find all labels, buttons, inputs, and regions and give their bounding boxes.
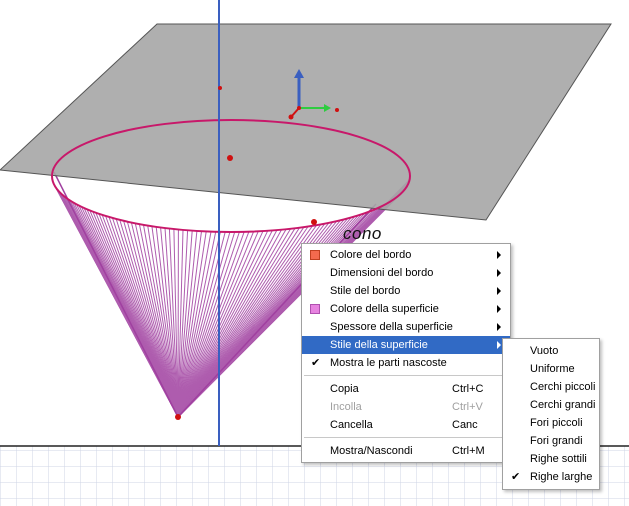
submenu-item-label: Cerchi grandi [530,399,596,411]
menu-item-surface-color[interactable]: Colore della superficie [302,300,510,318]
shortcut-label: Ctrl+M [452,445,485,457]
menu-item-label: Colore del bordo [330,249,412,261]
menu-separator [304,375,508,376]
menu-item-label: Mostra le parti nascoste [330,357,447,369]
submenu-arrow-icon [497,341,501,349]
submenu-item-thin-lines[interactable]: Righe sottili [503,450,599,468]
menu-item-label: Mostra/Nascondi [330,445,413,457]
cone-hatch-line [143,224,179,418]
menu-item-label: Copia [330,383,359,395]
menu-item-label: Spessore della superficie [330,321,453,333]
menu-item-label: Colore della superficie [330,303,439,315]
submenu-item-small-holes[interactable]: Fori piccoli [503,414,599,432]
submenu-item-large-holes[interactable]: Fori grandi [503,432,599,450]
apex-point[interactable] [175,414,181,420]
plane-surface[interactable] [0,23,612,221]
center-point[interactable] [227,155,233,161]
menu-item-label: Dimensioni del bordo [330,267,434,279]
menu-item-border-style[interactable]: Stile del bordo [302,282,510,300]
submenu-item-label: Cerchi piccoli [530,381,596,393]
axis-top-point[interactable] [218,86,222,90]
menu-item-label: Cancella [330,419,373,431]
submenu-item-wide-lines[interactable]: ✔ Righe larghe [503,468,599,486]
menu-item-label: Stile della superficie [330,339,428,351]
submenu-item-label: Righe larghe [530,471,593,483]
ellipse-point[interactable] [311,219,317,225]
shortcut-label: Ctrl+C [452,383,484,395]
submenu-item-label: Fori grandi [530,435,583,447]
submenu-item-empty[interactable]: Vuoto [503,342,599,360]
menu-item-copy[interactable]: Copia Ctrl+C [302,380,510,398]
submenu-item-small-circles[interactable]: Cerchi piccoli [503,378,599,396]
checkmark-icon: ✔ [511,471,521,483]
menu-item-paste[interactable]: Incolla Ctrl+V [302,398,510,416]
menu-item-border-size[interactable]: Dimensioni del bordo [302,264,510,282]
submenu-item-large-circles[interactable]: Cerchi grandi [503,396,599,414]
shortcut-label: Canc [452,419,478,431]
menu-item-delete[interactable]: Cancella Canc [302,416,510,434]
submenu-item-uniform[interactable]: Uniforme [503,360,599,378]
menu-item-label: Stile del bordo [330,285,401,297]
submenu-item-label: Fori piccoli [530,417,583,429]
border-color-swatch [310,250,320,260]
submenu-arrow-icon [497,269,501,277]
checkmark-icon: ✔ [311,357,321,369]
cone-hatch-line [177,231,245,418]
menu-separator [304,437,508,438]
context-menu: Colore del bordo Dimensioni del bordo St… [301,243,511,463]
menu-item-label: Incolla [330,401,362,413]
submenu-item-label: Righe sottili [530,453,587,465]
object-label: cono [343,224,382,243]
cone-hatch-line [177,228,296,418]
surface-color-swatch [310,304,320,314]
menu-item-show-hidden-parts[interactable]: ✔ Mostra le parti nascoste [302,354,510,372]
submenu-arrow-icon [497,323,501,331]
cone-left-edge [53,171,179,418]
menu-item-surface-thickness[interactable]: Spessore della superficie [302,318,510,336]
shortcut-label: Ctrl+V [452,401,483,413]
submenu-item-label: Uniforme [530,363,575,375]
menu-item-show-hide[interactable]: Mostra/Nascondi Ctrl+M [302,442,510,460]
menu-item-surface-style[interactable]: Stile della superficie [302,336,510,354]
submenu-arrow-icon [497,287,501,295]
surface-style-submenu: Vuoto Uniforme Cerchi piccoli Cerchi gra… [502,338,600,490]
cone-hatch-line [177,231,250,418]
submenu-arrow-icon [497,305,501,313]
submenu-arrow-icon [497,251,501,259]
menu-item-border-color[interactable]: Colore del bordo [302,246,510,264]
submenu-item-label: Vuoto [530,345,559,357]
